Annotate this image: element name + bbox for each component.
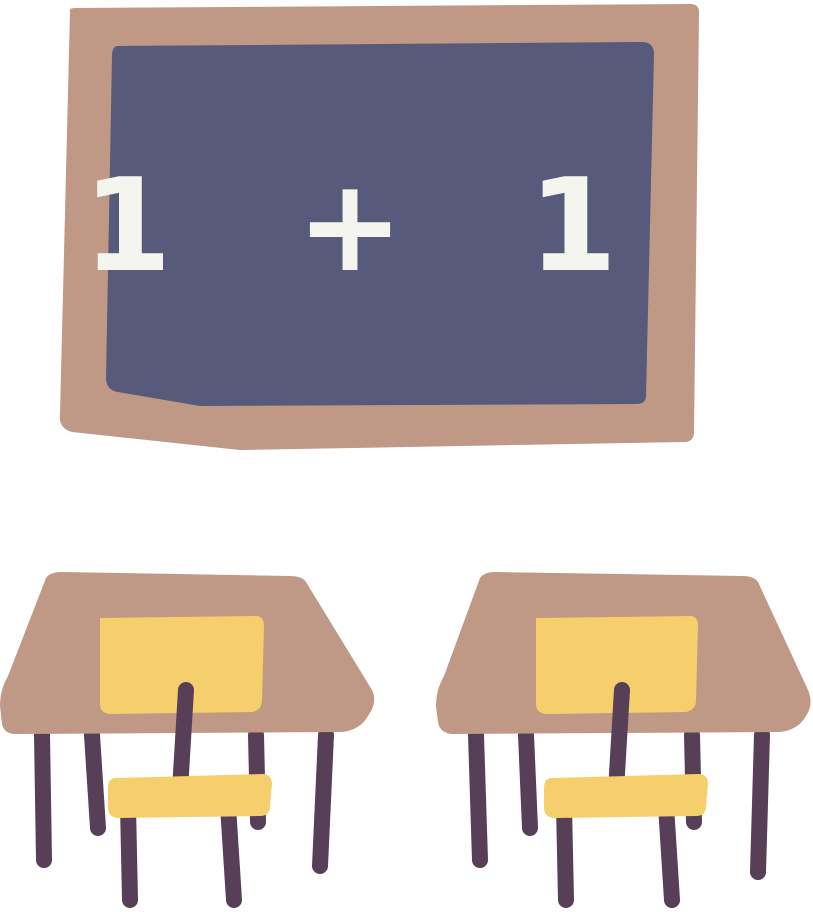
chair-leg (556, 798, 574, 908)
chair-leg (658, 798, 680, 908)
desk-leg (750, 727, 770, 880)
desk-leg (518, 727, 538, 836)
chair-left (100, 616, 272, 908)
chair-post (608, 682, 630, 798)
desk-leg (468, 727, 488, 868)
chair-post (172, 682, 194, 798)
chair-leg (220, 798, 242, 908)
chair-leg (120, 798, 138, 908)
classroom-illustration: 1 + 1 (0, 4, 811, 908)
chalkboard: 1 + 1 (59, 4, 700, 450)
chair-right-seat (544, 774, 708, 818)
chair-right (536, 616, 708, 908)
desk-leg (312, 727, 334, 874)
chalkboard-equation: 1 + 1 (83, 152, 658, 301)
desk-leg (34, 727, 52, 868)
chair-left-seat (108, 774, 272, 818)
desk-leg (84, 727, 106, 836)
